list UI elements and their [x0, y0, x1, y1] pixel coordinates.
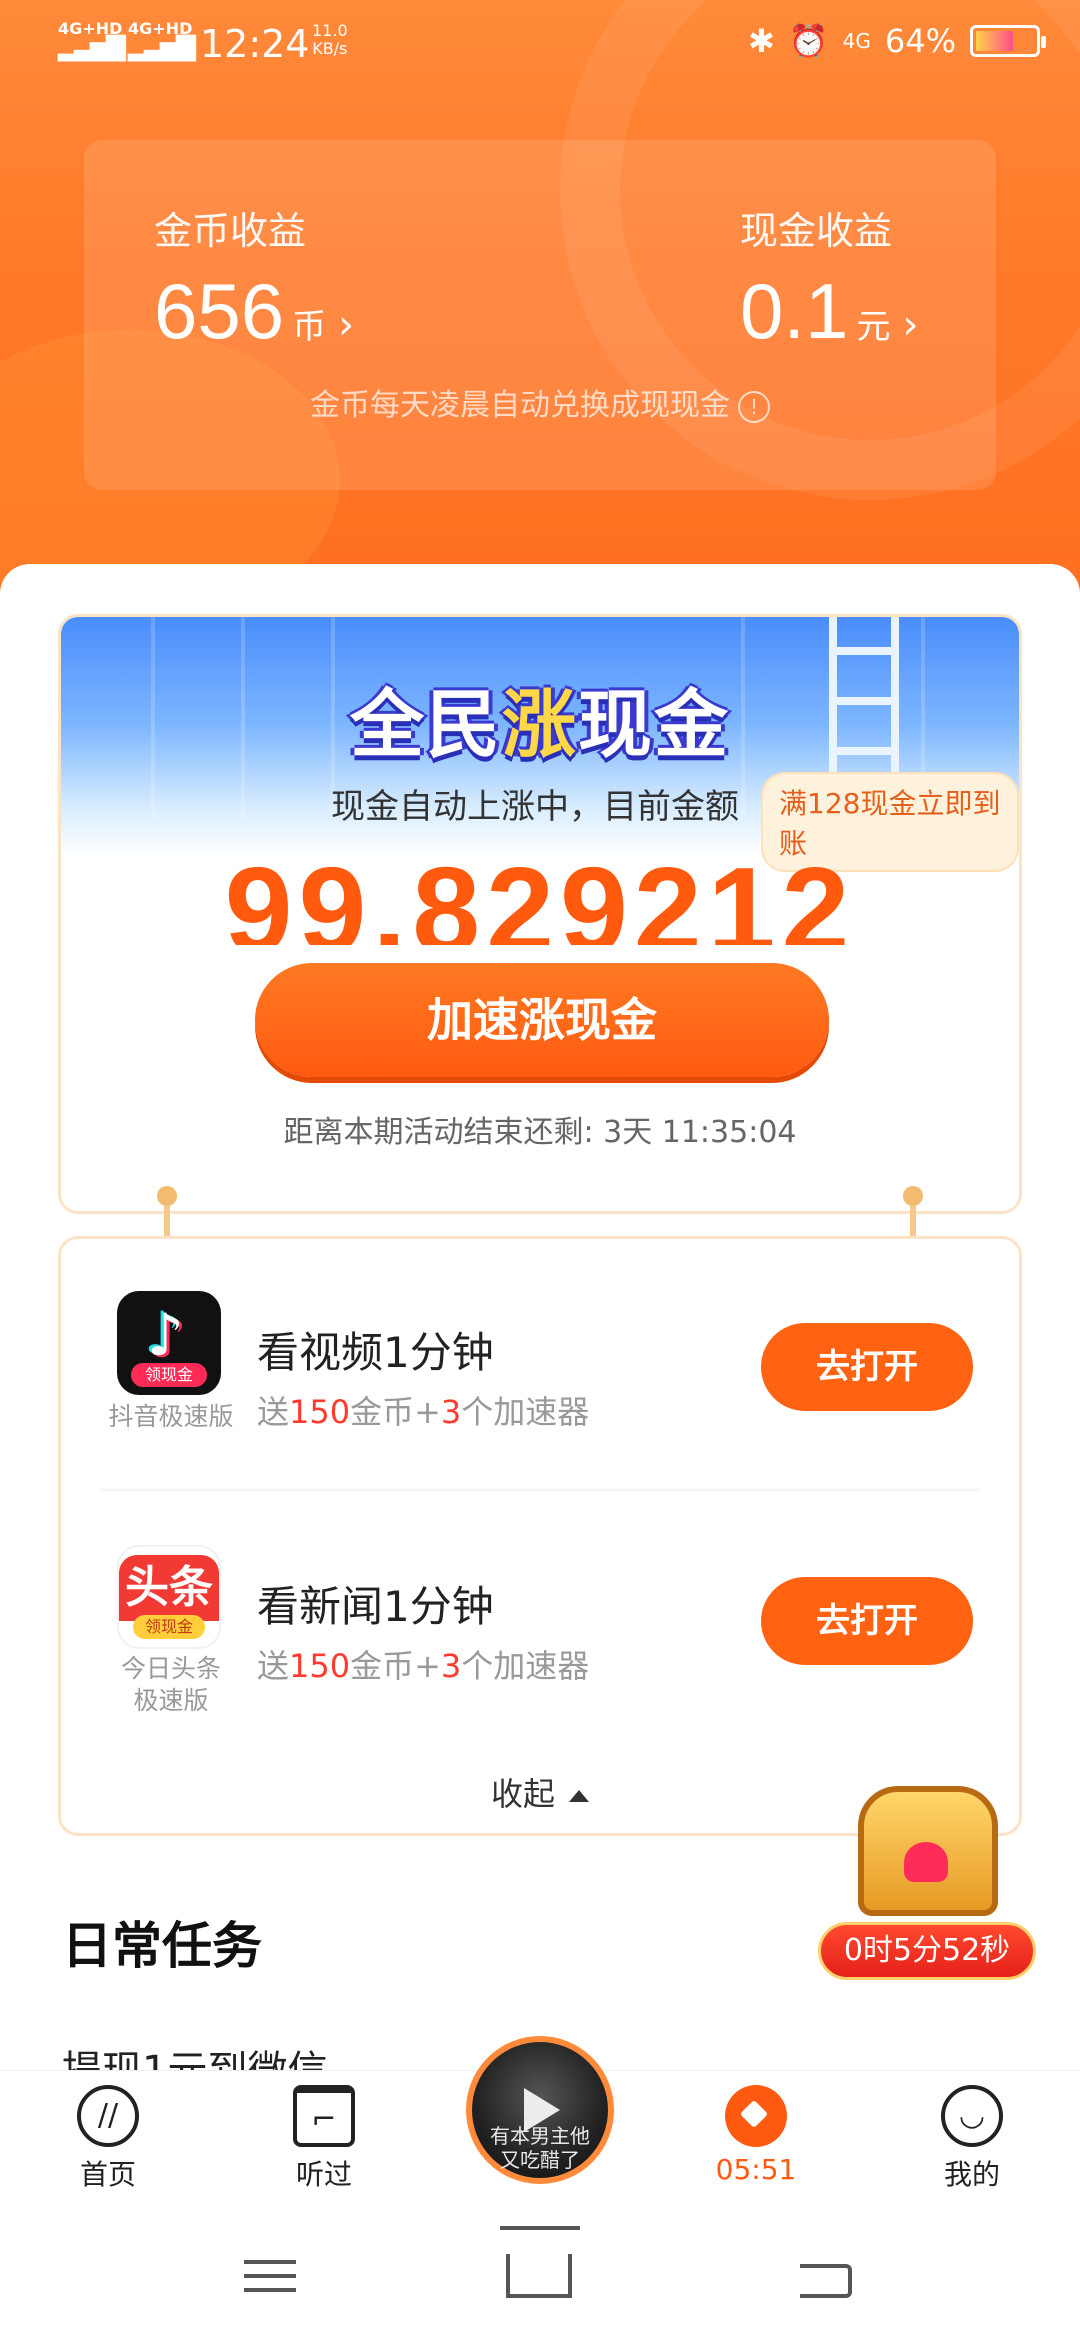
battery-icon	[970, 25, 1046, 57]
heart-icon	[904, 1842, 948, 1882]
clock-time: 12:24	[200, 22, 310, 66]
signal-bars-icon: ▂▃▅▇	[128, 32, 196, 62]
status-icons: ✱ ⏰ 4G 64%	[747, 22, 1046, 60]
back-icon[interactable]	[800, 2264, 852, 2298]
caret-up-icon	[569, 1790, 589, 1802]
cash-earnings-label: 现金收益	[740, 209, 893, 253]
earnings-card: 金币收益 656 币 › 现金收益 0.1 元 › 金币每天凌晨自动兑换成现现金…	[84, 140, 996, 490]
divider	[101, 1489, 979, 1491]
battery-fill	[976, 31, 1014, 51]
boost-cash-button[interactable]: 加速涨现金	[255, 963, 829, 1077]
promo-subtitle: 现金自动上涨中，目前金额	[331, 787, 739, 827]
task-title: 看视频1分钟	[257, 1328, 494, 1377]
menu-icon[interactable]	[244, 2250, 296, 2302]
network-type: 4G	[842, 29, 871, 53]
audio-player-button[interactable]: 有本男主他又吃醋了	[466, 2036, 614, 2184]
task-reward: 送150金币+3个加速器	[257, 1647, 590, 1685]
treasure-chest[interactable]: 0时5分52秒	[818, 1776, 1038, 1996]
section-title: 日常任务	[62, 1917, 262, 1975]
toutiao-app-icon[interactable]: 头条 领现金	[117, 1545, 221, 1649]
coin-earnings-label: 金币收益	[154, 209, 307, 253]
nav-history[interactable]: ⌐ 听过	[254, 2085, 394, 2193]
cash-earnings[interactable]: 现金收益 0.1 元 ›	[740, 200, 918, 353]
system-home-icon[interactable]	[500, 2226, 580, 2298]
cash-growth-promo: 全民涨现金 现金自动上涨中，目前金额 满128现金立即到账 99.829212 …	[58, 614, 1022, 1214]
douyin-app-icon[interactable]: ♪ 领现金	[117, 1291, 221, 1395]
chevron-right-icon: ›	[902, 302, 919, 348]
open-app-button[interactable]: 去打开	[761, 1323, 973, 1411]
bluetooth-icon: ✱	[747, 22, 775, 60]
list-item: ♪ 领现金 抖音极速版 看视频1分钟 送150金币+3个加速器 去打开	[61, 1239, 1019, 1459]
exchange-note: 金币每天凌晨自动兑换成现现金!	[84, 380, 996, 424]
battery-percent: 64%	[884, 22, 956, 60]
coin-earnings[interactable]: 金币收益 656 币 ›	[154, 200, 354, 353]
net-speed: 11.0 KB/s	[312, 21, 348, 58]
promo-countdown: 距离本期活动结束还剩: 3天 11:35:04	[283, 1115, 797, 1150]
task-reward: 送150金币+3个加速器	[257, 1393, 590, 1431]
header-background: 4G+HD ▂▃▅▇ 4G+HD ▂▃▅▇ 12:24 11.0 KB/s ✱ …	[0, 0, 1080, 640]
alarm-icon: ⏰	[788, 22, 829, 60]
app-name: 今日头条 极速版	[120, 1654, 221, 1715]
smile-icon: ◡	[941, 2085, 1003, 2147]
signal-bars-icon: ▂▃▅▇	[58, 32, 126, 62]
promo-cash-amount: 99.829212	[224, 842, 856, 945]
nav-home[interactable]: // 首页	[38, 2085, 178, 2193]
app-name: 抖音极速版	[108, 1402, 234, 1431]
history-icon: ⌐	[293, 2085, 355, 2147]
cash-unit: 元	[856, 307, 891, 347]
status-bar: 4G+HD ▂▃▅▇ 4G+HD ▂▃▅▇ 12:24 11.0 KB/s ✱ …	[0, 0, 1080, 90]
info-icon[interactable]: !	[738, 390, 770, 423]
home-icon: //	[77, 2085, 139, 2147]
list-item: 头条 领现金 今日头条 极速版 看新闻1分钟 送150金币+3个加速器 去打开	[61, 1493, 1019, 1715]
chest-timer: 0时5分52秒	[818, 1922, 1036, 1980]
coin-unit: 币	[292, 307, 327, 347]
coin-timer-icon	[725, 2085, 787, 2147]
player-cover-caption: 有本男主他又吃醋了	[490, 2124, 590, 2172]
music-note-icon: ♪	[147, 1301, 185, 1369]
chevron-right-icon: ›	[338, 302, 355, 348]
nav-mine[interactable]: ◡ 我的	[902, 2085, 1042, 2193]
task-title: 看新闻1分钟	[257, 1582, 494, 1631]
app-task-list: ♪ 领现金 抖音极速版 看视频1分钟 送150金币+3个加速器 去打开 头条 领…	[58, 1236, 1022, 1836]
system-nav-bar	[0, 2210, 1080, 2340]
nav-timer[interactable]: 05:51	[686, 2085, 826, 2186]
promo-title: 全民涨现金	[350, 682, 730, 768]
sim1-signal: 4G+HD ▂▃▅▇	[58, 19, 126, 62]
coin-earnings-value: 656	[154, 267, 285, 355]
cash-earnings-value: 0.1	[740, 267, 849, 355]
open-app-button[interactable]: 去打开	[761, 1577, 973, 1665]
sim2-signal: 4G+HD ▂▃▅▇	[128, 19, 196, 62]
